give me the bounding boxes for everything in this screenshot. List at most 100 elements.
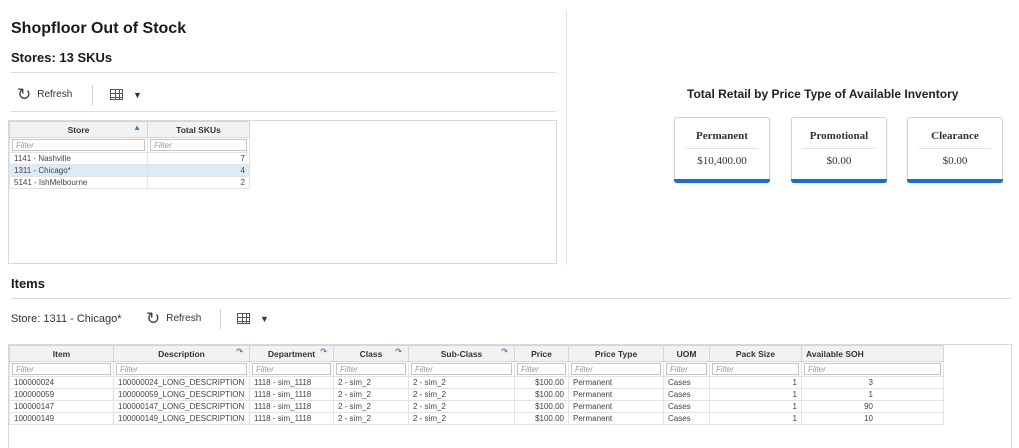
sort-icon: ↷ — [320, 347, 327, 356]
chevron-down-icon: ▼ — [260, 313, 269, 324]
description-cell: 100000024_LONG_DESCRIPTION — [113, 376, 250, 389]
divider — [11, 298, 1011, 299]
store-filter-input[interactable]: Filter — [12, 139, 145, 151]
page-title: Shopfloor Out of Stock — [11, 20, 187, 37]
price-type-card-permanent[interactable]: Permanent $10,400.00 — [674, 117, 770, 183]
item-link[interactable]: 100000059 — [9, 388, 114, 401]
store-cell: 1141 - Nashville — [9, 152, 148, 165]
stores-view-menu-button[interactable]: ▼ — [110, 89, 142, 100]
grid-view-icon — [237, 313, 250, 324]
pack-size-cell: 1 — [709, 412, 802, 425]
item-link[interactable]: 100000147 — [9, 400, 114, 413]
stores-refresh-button[interactable]: ↻ Refresh — [17, 86, 72, 103]
price-cell: $100.00 — [514, 388, 569, 401]
refresh-icon: ↻ — [146, 309, 161, 328]
uom-cell: Cases — [663, 376, 710, 389]
class-cell: 2 - sim_2 — [333, 388, 409, 401]
card-divider — [803, 148, 875, 149]
item-filter-input[interactable]: Filter — [12, 363, 111, 375]
stores-grid: Store ▲ Total SKUs Filter Filter 1141 - N… — [8, 120, 557, 264]
divider — [11, 111, 556, 112]
price-filter-input[interactable]: Filter — [517, 363, 566, 375]
class-cell: 2 - sim_2 — [333, 400, 409, 413]
column-header-price[interactable]: Price — [514, 345, 569, 362]
price-cell: $100.00 — [514, 400, 569, 413]
card-label: Promotional — [809, 130, 869, 142]
description-filter-input[interactable]: Filter — [116, 363, 247, 375]
column-header-price-type[interactable]: Price Type — [568, 345, 664, 362]
sub-class-cell: 2 - sim_2 — [408, 400, 515, 413]
column-header-available-soh[interactable]: Available SOH — [801, 345, 944, 362]
card-divider — [919, 148, 991, 149]
column-header-department[interactable]: Department ↷ — [249, 345, 334, 362]
items-store-label: Store: 1311 - Chicago* — [11, 313, 122, 325]
toolbar-separator — [92, 85, 93, 105]
sub-class-cell: 2 - sim_2 — [408, 412, 515, 425]
column-header-uom[interactable]: UOM — [663, 345, 710, 362]
price-type-card-clearance[interactable]: Clearance $0.00 — [907, 117, 1003, 183]
description-cell: 100000147_LONG_DESCRIPTION — [113, 400, 250, 413]
available-soh-cell: 90 — [801, 400, 944, 413]
table-row[interactable]: 100000149 100000149_LONG_DESCRIPTION 111… — [9, 412, 944, 425]
sort-icon: ↷ — [236, 347, 243, 356]
panel-separator — [566, 10, 567, 265]
pack-size-cell: 1 — [709, 388, 802, 401]
table-row[interactable]: 100000147 100000147_LONG_DESCRIPTION 111… — [9, 400, 944, 413]
uom-filter-input[interactable]: Filter — [666, 363, 707, 375]
uom-cell: Cases — [663, 412, 710, 425]
card-value: $10,400.00 — [697, 155, 747, 167]
retail-title: Total Retail by Price Type of Available … — [687, 87, 959, 101]
stores-table: Store ▲ Total SKUs Filter Filter 1141 - N… — [9, 121, 250, 189]
refresh-label: Refresh — [166, 313, 202, 324]
table-row[interactable]: 1141 - Nashville 7 — [9, 152, 250, 165]
department-cell: 1118 - sim_1118 — [249, 412, 334, 425]
item-link[interactable]: 100000149 — [9, 412, 114, 425]
skus-cell: 7 — [147, 152, 250, 165]
class-filter-input[interactable]: Filter — [336, 363, 406, 375]
column-header-pack-size[interactable]: Pack Size — [709, 345, 802, 362]
total-skus-filter-input[interactable]: Filter — [150, 139, 247, 151]
items-table: Item Description ↷ Department ↷ Class ↷ Sub… — [9, 345, 944, 425]
sub-class-cell: 2 - sim_2 — [408, 376, 515, 389]
item-link[interactable]: 100000024 — [9, 376, 114, 389]
department-cell: 1118 - sim_1118 — [249, 400, 334, 413]
table-row[interactable]: 5141 - IshMelbourne 2 — [9, 176, 250, 189]
column-header-class[interactable]: Class ↷ — [333, 345, 409, 362]
items-title: Items — [11, 276, 45, 291]
available-soh-filter-input[interactable]: Filter — [804, 363, 941, 375]
column-header-sub-class[interactable]: Sub-Class ↷ — [408, 345, 515, 362]
price-type-card-promotional[interactable]: Promotional $0.00 — [791, 117, 887, 183]
column-header-store[interactable]: Store ▲ — [9, 121, 148, 138]
sort-icon: ↷ — [395, 347, 402, 356]
available-soh-cell: 3 — [801, 376, 944, 389]
available-soh-cell: 1 — [801, 388, 944, 401]
card-accent-bar — [907, 179, 1003, 183]
price-type-cell: Permanent — [568, 400, 664, 413]
department-cell: 1118 - sim_1118 — [249, 376, 334, 389]
sub-class-filter-input[interactable]: Filter — [411, 363, 512, 375]
price-type-cell: Permanent — [568, 412, 664, 425]
pack-size-filter-input[interactable]: Filter — [712, 363, 799, 375]
column-header-item[interactable]: Item — [9, 345, 114, 362]
stores-title: Stores: 13 SKUs — [11, 50, 113, 65]
pack-size-cell: 1 — [709, 376, 802, 389]
uom-cell: Cases — [663, 388, 710, 401]
price-cell: $100.00 — [514, 412, 569, 425]
column-header-description[interactable]: Description ↷ — [113, 345, 250, 362]
department-filter-input[interactable]: Filter — [252, 363, 331, 375]
column-header-total-skus[interactable]: Total SKUs — [147, 121, 250, 138]
card-accent-bar — [791, 179, 887, 183]
department-cell: 1118 - sim_1118 — [249, 388, 334, 401]
store-cell: 1311 - Chicago* — [9, 164, 148, 177]
price-type-filter-input[interactable]: Filter — [571, 363, 661, 375]
card-value: $0.00 — [826, 155, 852, 167]
table-row[interactable]: 100000059 100000059_LONG_DESCRIPTION 111… — [9, 388, 944, 401]
toolbar-separator — [220, 309, 221, 329]
card-label: Permanent — [696, 130, 748, 142]
items-refresh-button[interactable]: ↻ Refresh — [146, 310, 201, 327]
table-row[interactable]: 1311 - Chicago* 4 — [9, 164, 250, 177]
table-row[interactable]: 100000024 100000024_LONG_DESCRIPTION 111… — [9, 376, 944, 389]
sort-icon: ↷ — [501, 347, 508, 356]
items-view-menu-button[interactable]: ▼ — [237, 313, 269, 324]
skus-cell: 2 — [147, 176, 250, 189]
